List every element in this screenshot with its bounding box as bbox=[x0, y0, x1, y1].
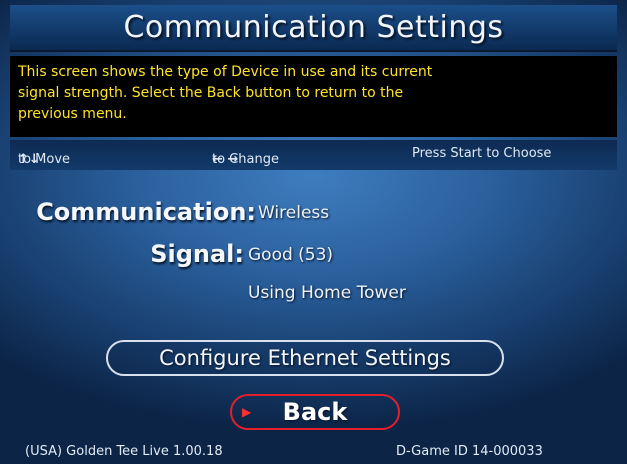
footer: (USA) Golden Tee Live 1.00.18 D-Game ID … bbox=[0, 440, 627, 464]
selection-arrow-icon: ▶ bbox=[242, 405, 252, 419]
change-hint-text: to Change bbox=[212, 152, 279, 167]
page-title: Communication Settings bbox=[10, 5, 617, 52]
signal-label: Signal: bbox=[150, 240, 244, 268]
back-button-label: Back bbox=[282, 398, 348, 426]
configure-ethernet-button[interactable]: Configure Ethernet Settings bbox=[106, 340, 504, 376]
version-text: (USA) Golden Tee Live 1.00.18 bbox=[25, 444, 223, 459]
communication-settings-screen: Communication Settings This screen shows… bbox=[0, 0, 627, 464]
info-text-line: signal strength. Select the Back button … bbox=[18, 85, 404, 101]
info-text-line: This screen shows the type of Device in … bbox=[18, 64, 433, 80]
info-text-line: previous menu. bbox=[18, 106, 127, 122]
game-id-text: D-Game ID 14-000033 bbox=[396, 444, 543, 459]
tower-status: Using Home Tower bbox=[248, 283, 406, 303]
communication-value: Wireless bbox=[258, 203, 330, 223]
communication-label: Communication: bbox=[36, 198, 256, 226]
choose-hint: Press Start to Choose bbox=[412, 146, 552, 161]
back-button[interactable]: ▶ Back bbox=[230, 394, 400, 430]
controls-help-bar: ↑↓ to Move ← → to Change Press Start to Ch… bbox=[10, 140, 617, 170]
signal-value: Good (53) bbox=[248, 245, 334, 265]
move-hint-text: to Move bbox=[18, 152, 71, 167]
info-panel: This screen shows the type of Device in … bbox=[10, 56, 617, 137]
